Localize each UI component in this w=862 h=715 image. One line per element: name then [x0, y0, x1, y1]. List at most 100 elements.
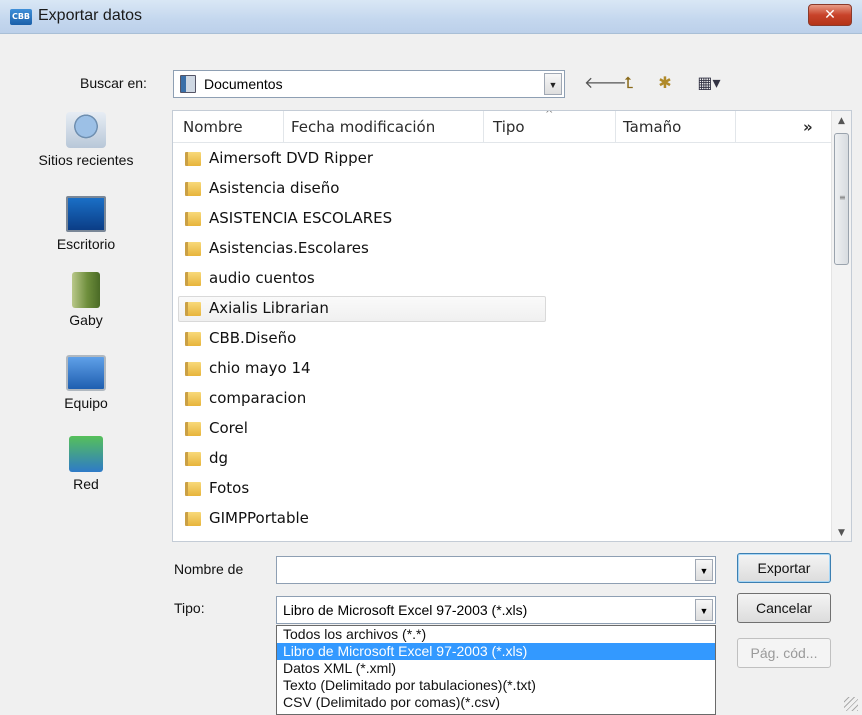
desktop-icon — [66, 196, 106, 232]
folder-icon — [185, 422, 201, 436]
chevron-down-icon[interactable]: ▼ — [544, 73, 562, 95]
file-name: chio mayo 14 — [209, 359, 311, 377]
column-header-date[interactable]: Fecha modificación — [291, 118, 435, 136]
file-name: ASISTENCIA ESCOLARES — [209, 209, 393, 227]
file-name: Axialis Librarian — [209, 299, 329, 317]
export-button[interactable]: Exportar — [737, 553, 831, 583]
dropdown-option[interactable]: Libro de Microsoft Excel 97-2003 (*.xls) — [277, 643, 715, 660]
look-in-combo[interactable]: Documentos ▼ — [173, 70, 565, 98]
column-separator[interactable] — [735, 111, 736, 143]
type-label: Tipo: — [174, 600, 205, 616]
file-name: audio cuentos — [209, 269, 315, 287]
dropdown-option[interactable]: Datos XML (*.xml) — [277, 660, 715, 677]
type-combo[interactable]: Libro de Microsoft Excel 97-2003 (*.xls)… — [276, 596, 716, 624]
folder-icon — [185, 452, 201, 466]
file-name: Aimersoft DVD Ripper — [209, 149, 373, 167]
scroll-down-icon[interactable]: ▼ — [832, 523, 851, 541]
place-recent[interactable]: Sitios recientes — [12, 112, 160, 168]
file-name: Corel — [209, 419, 248, 437]
folder-icon — [185, 212, 201, 226]
cancel-button[interactable]: Cancelar — [737, 593, 831, 623]
file-name: CBB.Diseño — [209, 329, 297, 347]
file-row[interactable]: ASISTENCIA ESCOLARES — [173, 204, 833, 234]
file-row[interactable]: comparacion — [173, 384, 833, 414]
place-desktop[interactable]: Escritorio — [12, 196, 160, 252]
codepage-button: Pág. cód... — [737, 638, 831, 668]
file-list-header: Nombre Fecha modificación Tipo ^ Tamaño … — [173, 111, 833, 143]
views-menu-icon[interactable]: ▦▾ — [688, 72, 730, 94]
folder-icon — [185, 332, 201, 346]
close-button[interactable]: ✕ — [808, 4, 852, 26]
new-folder-icon[interactable]: ✱ — [654, 72, 676, 94]
sort-ascending-icon: ^ — [545, 110, 554, 120]
filename-label: Nombre de — [174, 561, 244, 577]
place-computer[interactable]: Equipo — [12, 355, 160, 411]
folder-icon — [185, 182, 201, 196]
vertical-scrollbar[interactable]: ▲ ≡ ▼ — [831, 111, 851, 541]
scroll-thumb[interactable]: ≡ — [834, 133, 849, 265]
title-bar: CBB Exportar datos ✕ — [0, 0, 862, 34]
folder-icon — [185, 302, 201, 316]
scroll-up-icon[interactable]: ▲ — [832, 111, 851, 131]
place-network[interactable]: Red — [12, 436, 160, 492]
file-rows: Aimersoft DVD Ripper Asistencia diseño ASI… — [173, 144, 833, 534]
place-label: Gaby — [69, 312, 103, 328]
place-user[interactable]: Gaby — [12, 272, 160, 328]
file-name: Fotos — [209, 479, 250, 497]
dialog-title: Exportar datos — [38, 7, 143, 24]
column-separator[interactable] — [615, 111, 616, 143]
file-row[interactable]: Asistencia diseño — [173, 174, 833, 204]
file-list[interactable]: Nombre Fecha modificación Tipo ^ Tamaño … — [172, 110, 852, 542]
dropdown-option[interactable]: CSV (Delimitado por comas)(*.csv) — [277, 694, 715, 711]
dropdown-option[interactable]: Todos los archivos (*.*) — [277, 626, 715, 643]
look-in-label: Buscar en: — [80, 75, 147, 91]
folder-icon — [185, 272, 201, 286]
column-header-name[interactable]: Nombre — [183, 118, 243, 136]
chevron-down-icon[interactable]: ▼ — [695, 559, 713, 581]
type-dropdown-list: Todos los archivos (*.*) Libro de Microso… — [276, 625, 716, 715]
grip-icon: ≡ — [839, 193, 846, 202]
export-dialog: CBB Exportar datos ✕ Buscar en: Document… — [0, 0, 862, 715]
file-row[interactable]: Aimersoft DVD Ripper — [173, 144, 833, 174]
computer-icon — [66, 355, 106, 391]
file-row[interactable]: GIMPPortable — [173, 504, 833, 534]
folder-icon — [185, 482, 201, 496]
column-header-type[interactable]: Tipo — [493, 118, 525, 136]
place-label: Escritorio — [56, 236, 116, 252]
look-in-value: Documentos — [204, 76, 283, 92]
file-row[interactable]: Axialis Librarian — [173, 294, 833, 324]
folder-icon — [185, 152, 201, 166]
back-arrow-icon[interactable]: 🡐 — [584, 72, 627, 94]
file-row[interactable]: Asistencias.Escolares — [173, 234, 833, 264]
recent-places-icon — [66, 112, 106, 148]
place-label: Red — [73, 476, 99, 492]
chevron-down-icon[interactable]: ▼ — [695, 599, 713, 621]
filename-combo[interactable]: ▼ — [276, 556, 716, 584]
column-header-size[interactable]: Tamaño — [623, 118, 681, 136]
user-folder-icon — [72, 272, 100, 308]
column-separator[interactable] — [283, 111, 284, 143]
type-value: Libro de Microsoft Excel 97-2003 (*.xls) — [283, 602, 528, 618]
file-row[interactable]: chio mayo 14 — [173, 354, 833, 384]
app-icon: CBB — [10, 9, 32, 25]
file-row[interactable]: Fotos — [173, 474, 833, 504]
dropdown-option[interactable]: Texto (Delimitado por tabulaciones)(*.tx… — [277, 677, 715, 694]
file-row[interactable]: Corel — [173, 414, 833, 444]
column-separator[interactable] — [483, 111, 484, 143]
documents-library-icon — [180, 75, 196, 93]
folder-icon — [185, 242, 201, 256]
resize-grip-icon[interactable] — [844, 697, 858, 711]
up-folder-icon[interactable]: ⮤ — [618, 72, 640, 94]
file-row[interactable]: CBB.Diseño — [173, 324, 833, 354]
more-columns-icon[interactable]: » — [803, 118, 813, 136]
file-row[interactable]: dg — [173, 444, 833, 474]
file-name: Asistencia diseño — [209, 179, 340, 197]
file-row[interactable]: audio cuentos — [173, 264, 833, 294]
place-label: Equipo — [64, 395, 108, 411]
network-icon — [69, 436, 103, 472]
file-name: comparacion — [209, 389, 307, 407]
folder-icon — [185, 362, 201, 376]
file-name: dg — [209, 449, 229, 467]
file-name: GIMPPortable — [209, 509, 309, 527]
file-name: Asistencias.Escolares — [209, 239, 369, 257]
